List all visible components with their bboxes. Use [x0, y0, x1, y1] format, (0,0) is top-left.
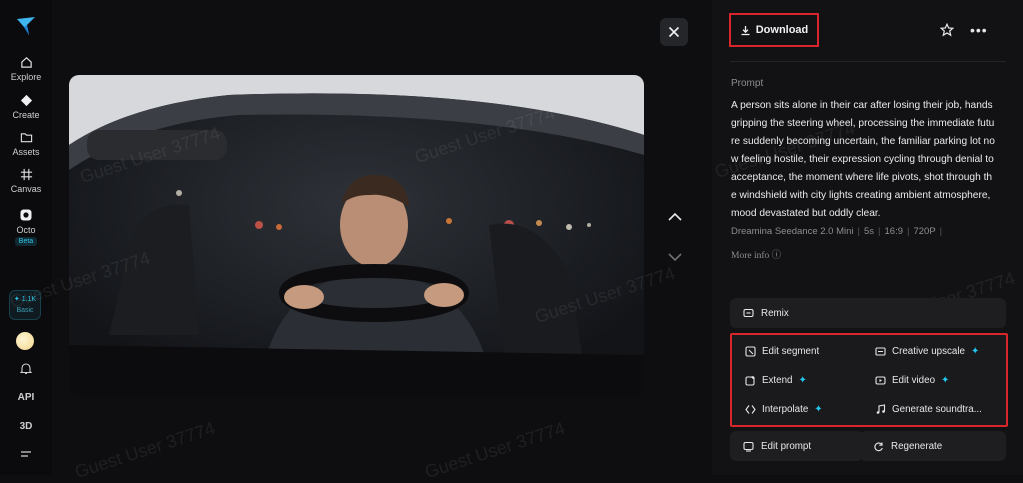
sidebar-item-assets[interactable]: Assets — [0, 131, 52, 157]
download-label: Download — [755, 24, 809, 36]
app-logo-icon[interactable] — [14, 14, 38, 38]
regenerate-icon — [874, 442, 883, 451]
api-link[interactable]: API — [0, 392, 52, 403]
remix-label: Remix — [761, 307, 789, 319]
model-name: Dreamina Seedance 2.0 Mini — [731, 226, 854, 237]
next-button[interactable] — [666, 248, 684, 266]
edit-prompt-label: Edit prompt — [761, 440, 812, 452]
details-panel: Download ••• Prompt A person sits alone … — [712, 0, 1023, 475]
download-icon — [741, 25, 750, 35]
3d-link[interactable]: 3D — [0, 421, 52, 432]
remix-icon — [743, 308, 754, 317]
sparkle-icon: ✦ — [814, 404, 823, 415]
sidebar-item-label: Create — [12, 110, 40, 120]
credits-badge[interactable]: ✦ 1.1K Basic — [9, 290, 41, 320]
creative-upscale-button[interactable]: Creative upscale ✦ — [875, 346, 979, 357]
sidebar-item-canvas[interactable]: Canvas — [0, 168, 52, 194]
edit-video-label: Edit video — [892, 375, 936, 386]
sparkle-icon: ✦ — [798, 375, 807, 386]
edit-segment-button[interactable]: Edit segment — [745, 346, 819, 357]
star-icon — [939, 22, 955, 37]
sidebar-item-label: Assets — [12, 147, 40, 157]
interpolate-button[interactable]: Interpolate ✦ — [745, 404, 823, 415]
divider — [730, 61, 1006, 62]
video-frame-illustration — [69, 75, 644, 397]
previous-button[interactable] — [666, 208, 684, 226]
sparkle-icon: ✦ — [13, 296, 20, 303]
edit-segment-icon — [745, 346, 756, 357]
edit-segment-label: Edit segment — [762, 346, 820, 357]
more-icon: ••• — [970, 22, 988, 38]
edit-prompt-button[interactable]: Edit prompt — [730, 431, 863, 461]
prompt-text: A person sits alone in their car after l… — [731, 100, 995, 219]
chevron-down-icon — [668, 253, 682, 262]
plan-label: Basic — [16, 307, 34, 314]
menu-icon — [21, 451, 31, 457]
beta-badge: Beta — [14, 237, 38, 246]
avatar[interactable] — [16, 332, 34, 350]
sparkle-icon: ✦ — [970, 346, 980, 357]
extend-button[interactable]: Extend ✦ — [745, 375, 807, 386]
close-button[interactable] — [660, 18, 688, 46]
grid-icon — [20, 168, 32, 181]
watermark: Guest User 37774 — [72, 417, 218, 483]
download-button[interactable]: Download — [729, 13, 819, 47]
watermark: Guest User 37774 — [422, 417, 568, 483]
generate-soundtrack-label: Generate soundtra... — [892, 404, 982, 415]
folder-icon — [20, 133, 32, 143]
prompt-label: Prompt — [731, 78, 764, 89]
sparkle-icon: ✦ — [941, 375, 950, 386]
sidebar-item-label: Octo — [16, 225, 36, 235]
creative-upscale-label: Creative upscale — [892, 346, 965, 357]
interpolate-label: Interpolate — [762, 404, 809, 415]
interpolate-icon — [745, 405, 756, 414]
bell-icon — [19, 363, 33, 375]
resolution: 720P — [913, 226, 936, 237]
favorite-button[interactable] — [939, 22, 955, 42]
info-icon: ⓘ — [771, 251, 782, 261]
regenerate-button[interactable]: Regenerate — [860, 431, 1006, 461]
edit-video-button[interactable]: Edit video ✦ — [875, 375, 949, 386]
more-info-label: More info — [731, 251, 770, 261]
duration: 5s — [863, 226, 875, 237]
extend-icon — [745, 376, 755, 386]
aspect-ratio: 16:9 — [884, 226, 904, 237]
sidebar-item-label: Canvas — [10, 184, 42, 194]
video-stage: Guest User 37774 Guest User 37774 Guest … — [7, 0, 707, 482]
more-info-link[interactable]: More info ⓘ — [731, 247, 781, 261]
video-player[interactable] — [69, 75, 644, 397]
remix-button[interactable]: Remix — [730, 298, 1006, 328]
more-options-button[interactable]: ••• — [970, 22, 988, 38]
sidebar-item-octo[interactable]: Octo Beta — [0, 208, 52, 246]
notifications-button[interactable] — [0, 362, 52, 378]
music-note-icon — [876, 404, 886, 414]
extend-label: Extend — [762, 375, 793, 386]
close-icon — [668, 26, 680, 38]
generation-meta: Dreamina Seedance 2.0 Mini | 5s | 16:9 | 720P | — [731, 226, 943, 237]
generate-soundtrack-button[interactable]: Generate soundtra... — [875, 404, 982, 415]
octo-icon — [20, 209, 32, 221]
sidebar-item-create[interactable]: Create — [0, 94, 52, 120]
upscale-icon — [875, 347, 886, 356]
chevron-up-icon — [668, 212, 682, 221]
sidebar-item-label: Explore — [10, 72, 42, 82]
edit-video-icon — [875, 376, 886, 385]
home-icon — [20, 57, 32, 68]
diamond-icon — [20, 94, 32, 107]
edit-prompt-icon — [743, 441, 754, 452]
credits-amount: 1.1K — [21, 296, 37, 303]
left-sidebar: Explore Create Assets Canvas Octo Beta ✦… — [0, 0, 53, 475]
sidebar-item-explore[interactable]: Explore — [0, 56, 52, 82]
regenerate-label: Regenerate — [891, 440, 943, 452]
menu-button[interactable] — [0, 450, 52, 463]
edit-actions-grid: Edit segment Creative upscale ✦ Extend ✦… — [730, 333, 1008, 427]
